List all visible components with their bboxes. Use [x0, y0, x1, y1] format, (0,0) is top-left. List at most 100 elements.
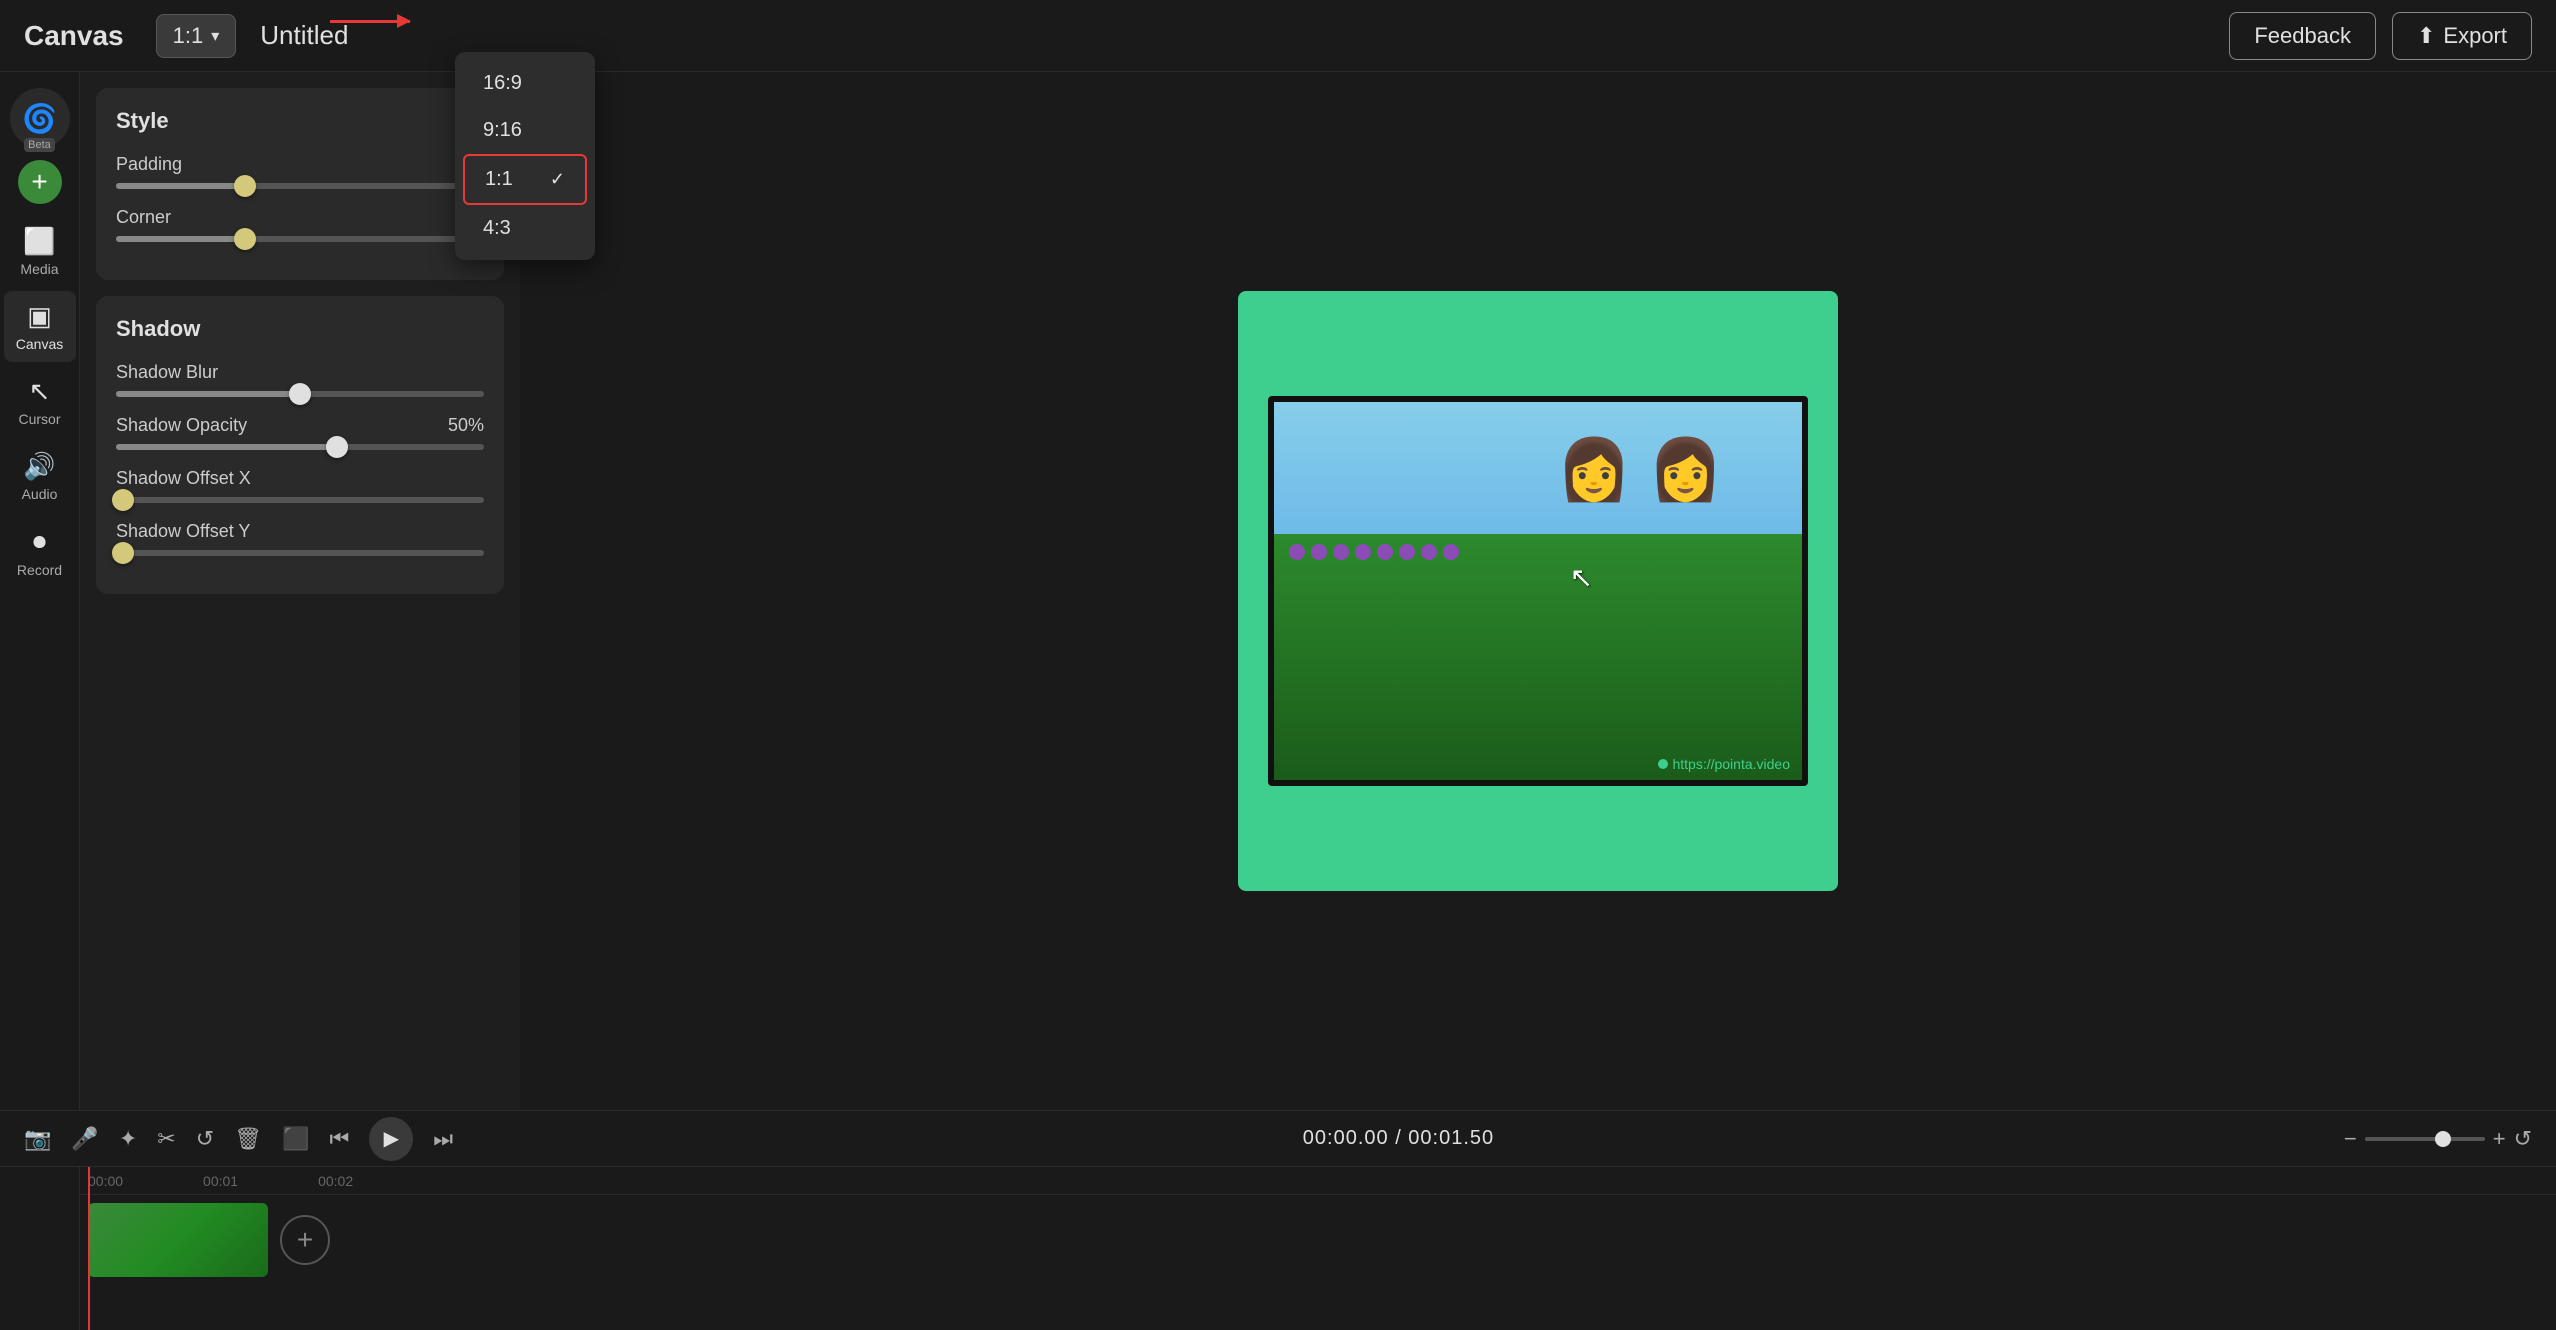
- padding-slider[interactable]: [116, 183, 484, 189]
- shadow-opacity-thumb[interactable]: [326, 436, 348, 458]
- sidebar-item-label: Record: [17, 562, 62, 578]
- topbar: Canvas 1:1 ▾ 16:9 9:16 1:1 ✓ 4:3 Untitle…: [0, 0, 2556, 72]
- page-title: Canvas: [24, 20, 124, 52]
- sidebar-item-audio[interactable]: 🔊 Audio: [4, 441, 76, 512]
- crop-button[interactable]: ✂: [157, 1126, 175, 1152]
- shadow-blur-track: [116, 391, 300, 397]
- shadow-opacity-value: 50%: [448, 415, 484, 436]
- timeline-track: +: [80, 1195, 2556, 1285]
- prev-button[interactable]: ⏮: [329, 1126, 349, 1152]
- zoom-in-button[interactable]: +: [2493, 1126, 2506, 1152]
- padding-label: Padding: [116, 154, 484, 175]
- timeline-playhead[interactable]: [88, 1167, 90, 1330]
- next-button[interactable]: ⏭: [433, 1126, 453, 1152]
- properties-panel: Style Padding Corner: [80, 72, 520, 1110]
- add-button[interactable]: +: [18, 160, 62, 204]
- aspect-option-1-1[interactable]: 1:1 ✓: [463, 154, 587, 205]
- sidebar-item-canvas[interactable]: ▣ Canvas: [4, 291, 76, 362]
- aspect-ratio-dropdown[interactable]: 1:1 ▾: [156, 14, 237, 58]
- cursor-in-video: ↖: [1570, 561, 1593, 594]
- shadow-offset-x-thumb[interactable]: [112, 489, 134, 511]
- audio-icon: 🔊: [23, 451, 55, 482]
- zoom-out-button[interactable]: −: [2344, 1126, 2357, 1152]
- canvas-preview-area: 👩 👩 ↖ https://pointa.video: [520, 72, 2556, 1110]
- sidebar-item-label: Media: [20, 261, 58, 277]
- shadow-opacity-track: [116, 444, 337, 450]
- aspect-ratio-value: 1:1: [173, 23, 204, 49]
- ruler-mark: 00:01: [203, 1173, 238, 1189]
- timeline-body: 00:00 00:01 00:02 +: [0, 1167, 2556, 1330]
- aspect-option-16-9[interactable]: 16:9: [463, 60, 587, 107]
- shadow-offset-y-thumb[interactable]: [112, 542, 134, 564]
- refresh-button[interactable]: ↺: [196, 1126, 214, 1152]
- timeline-ruler: 00:00 00:01 00:02: [80, 1167, 2556, 1195]
- canvas-frame: 👩 👩 ↖ https://pointa.video: [1238, 291, 1838, 891]
- canvas-icon: ▣: [27, 301, 52, 332]
- media-icon: ⬜: [23, 226, 55, 257]
- zoom-reset-button[interactable]: ↺: [2514, 1126, 2532, 1152]
- corner-thumb[interactable]: [234, 228, 256, 250]
- shadow-offset-y-slider[interactable]: [116, 550, 484, 556]
- shadow-offset-x-label: Shadow Offset X: [116, 468, 484, 489]
- document-title[interactable]: Untitled: [260, 20, 348, 51]
- sidebar-item-media[interactable]: ⬜ Media: [4, 216, 76, 287]
- export-button[interactable]: ⬆ Export: [2392, 12, 2532, 60]
- shadow-blur-label: Shadow Blur: [116, 362, 484, 383]
- shadow-offset-x-row: Shadow Offset X: [116, 468, 484, 503]
- style-section-title: Style: [116, 108, 484, 134]
- timeline-main: 00:00 00:01 00:02 +: [80, 1167, 2556, 1330]
- aspect-option-9-16[interactable]: 9:16: [463, 107, 587, 154]
- style-section: Style Padding Corner: [96, 88, 504, 280]
- shadow-offset-y-row: Shadow Offset Y: [116, 521, 484, 556]
- effects-button[interactable]: ✦: [119, 1126, 137, 1152]
- annotation-arrow: [330, 20, 410, 23]
- aspect-ratio-menu: 16:9 9:16 1:1 ✓ 4:3: [455, 52, 595, 260]
- padding-thumb[interactable]: [234, 175, 256, 197]
- beta-badge: Beta: [24, 138, 55, 152]
- shadow-blur-row: Shadow Blur: [116, 362, 484, 397]
- zoom-slider[interactable]: [2365, 1137, 2485, 1141]
- shadow-offset-y-label: Shadow Offset Y: [116, 521, 484, 542]
- flowers: [1274, 534, 1802, 570]
- shadow-offset-x-slider[interactable]: [116, 497, 484, 503]
- video-clip[interactable]: [88, 1203, 268, 1277]
- sidebar-nav: 🌀 Beta + ⬜ Media ▣ Canvas ↖ Cursor 🔊 Aud…: [0, 72, 80, 1110]
- shadow-blur-slider[interactable]: [116, 391, 484, 397]
- delete-button[interactable]: 🗑: [234, 1126, 262, 1152]
- export-label: Export: [2443, 23, 2507, 49]
- export-icon: ⬆: [2417, 23, 2435, 49]
- shadow-blur-thumb[interactable]: [289, 383, 311, 405]
- corner-slider[interactable]: [116, 236, 484, 242]
- check-icon: ✓: [550, 169, 565, 190]
- shadow-section-title: Shadow: [116, 316, 484, 342]
- sidebar-item-record[interactable]: ⏺ Record: [4, 516, 76, 588]
- stop-button[interactable]: ⬛: [282, 1126, 309, 1152]
- chevron-down-icon: ▾: [211, 26, 219, 46]
- aspect-option-label: 9:16: [483, 119, 522, 142]
- aspect-option-4-3[interactable]: 4:3: [463, 205, 587, 252]
- flower: [1421, 544, 1437, 560]
- feedback-button[interactable]: Feedback: [2229, 12, 2376, 60]
- flower: [1377, 544, 1393, 560]
- cursor-icon: ↖: [29, 376, 51, 407]
- mic-button[interactable]: 🎤: [71, 1126, 98, 1152]
- shadow-opacity-row: Shadow Opacity 50%: [116, 415, 484, 450]
- flower: [1399, 544, 1415, 560]
- zoom-controls: − + ↺: [2344, 1126, 2532, 1152]
- timeline-controls: 📷 🎤 ✦ ✂ ↺ 🗑 ⬛ ⏮ ▶ ⏭ 00:00.00 / 00:01.50 …: [0, 1111, 2556, 1167]
- record-icon: ⏺: [33, 526, 46, 558]
- flower: [1443, 544, 1459, 560]
- camera-button[interactable]: 📷: [24, 1126, 51, 1152]
- corner-label: Corner: [116, 207, 484, 228]
- shadow-opacity-slider[interactable]: [116, 444, 484, 450]
- add-clip-button[interactable]: +: [280, 1215, 330, 1265]
- padding-slider-row: Padding: [116, 154, 484, 189]
- play-button[interactable]: ▶: [369, 1117, 413, 1161]
- zoom-thumb[interactable]: [2435, 1131, 2451, 1147]
- aspect-option-label: 16:9: [483, 72, 522, 95]
- flower: [1333, 544, 1349, 560]
- ruler-mark: 00:00: [88, 1173, 123, 1189]
- flower: [1311, 544, 1327, 560]
- sidebar-item-cursor[interactable]: ↖ Cursor: [4, 366, 76, 437]
- watermark: https://pointa.video: [1658, 756, 1790, 772]
